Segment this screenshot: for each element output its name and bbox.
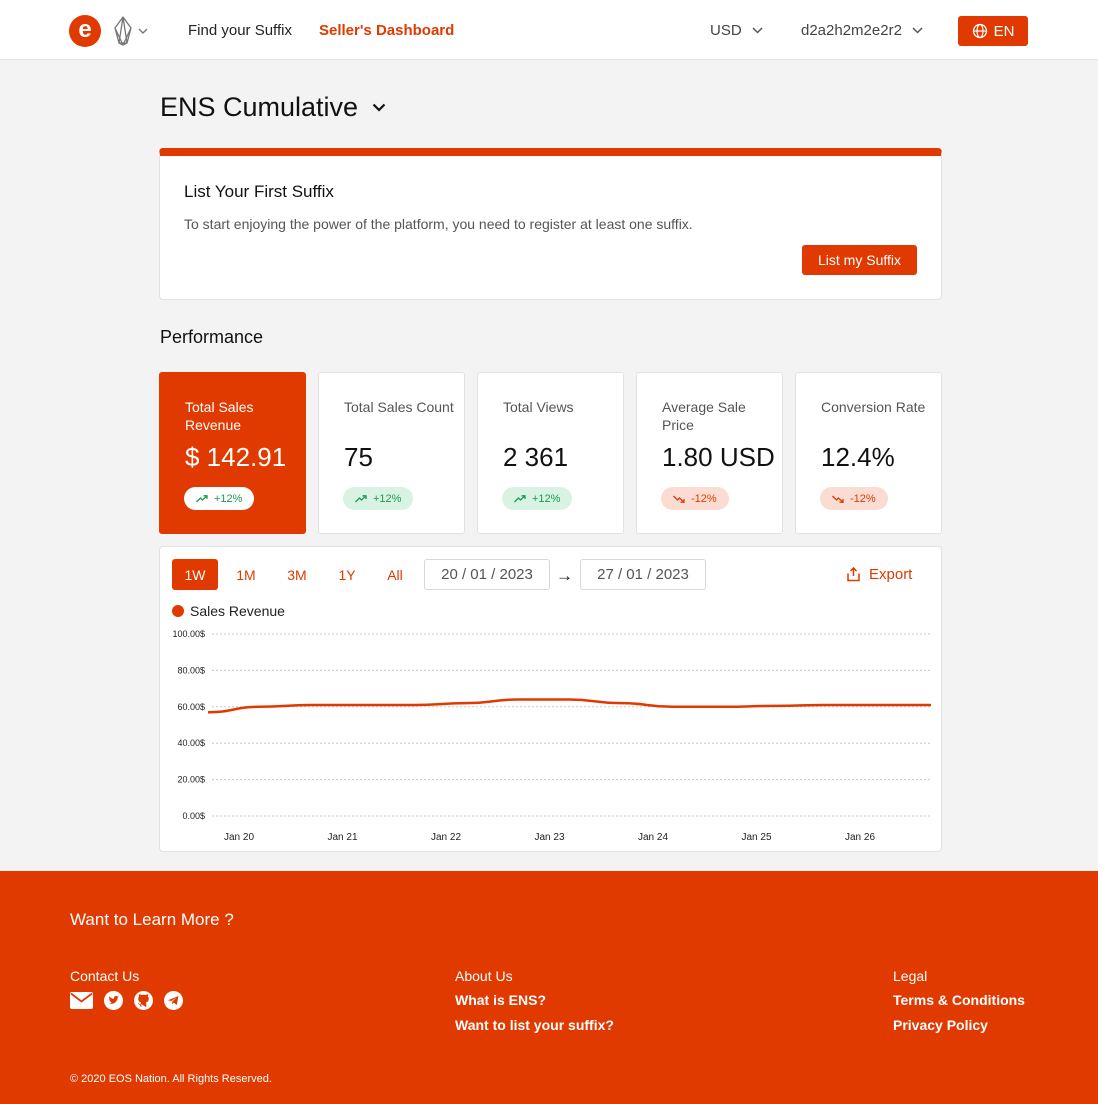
x-tick-label: Jan 25 <box>741 832 771 843</box>
banner-title: List Your First Suffix <box>184 182 334 201</box>
y-tick-label: 80.00$ <box>177 665 205 675</box>
metric-label: Conversion Rate <box>821 399 926 415</box>
metric-change: -12% <box>691 492 717 505</box>
chart-legend: Sales Revenue <box>172 603 285 619</box>
range-1m-button[interactable]: 1M <box>224 559 268 590</box>
telegram-icon[interactable] <box>164 991 183 1010</box>
metric-total-views[interactable]: Total Views 2 361 +12% <box>477 372 624 534</box>
x-tick-label: Jan 20 <box>224 832 254 843</box>
date-to-input[interactable]: 27 / 01 / 2023 <box>580 559 706 590</box>
range-all-button[interactable]: All <box>374 559 416 590</box>
chevron-down-icon <box>912 27 923 34</box>
sales-revenue-chart: 100.00$ 80.00$ 60.00$ 40.00$ 20.00$ 0.00$ Jan … <box>172 629 931 843</box>
top-navbar: e Find your Suffix Seller's Dashboard US… <box>0 0 1098 60</box>
metric-change: +12% <box>214 492 243 505</box>
sales-chart-card: 1W 1M 3M 1Y All 20 / 01 / 2023 → 27 / 01… <box>159 546 942 852</box>
legend-marker <box>172 605 184 617</box>
globe-icon <box>972 23 987 39</box>
arrow-right-icon: → <box>556 566 573 585</box>
metric-label: Total Views <box>503 399 574 415</box>
trend-down-icon <box>832 495 844 503</box>
terms-link[interactable]: Terms & Conditions <box>893 992 1025 1008</box>
x-tick-label: Jan 21 <box>327 832 357 843</box>
range-1y-button[interactable]: 1Y <box>326 559 368 590</box>
nav-find-suffix[interactable]: Find your Suffix <box>188 22 292 39</box>
what-is-ens-link[interactable]: What is ENS? <box>455 992 546 1008</box>
language-button[interactable]: EN <box>958 16 1028 46</box>
x-tick-label: Jan 24 <box>638 832 668 843</box>
privacy-link[interactable]: Privacy Policy <box>893 1017 988 1033</box>
export-label: Export <box>869 566 913 583</box>
trend-down-icon <box>673 495 685 503</box>
metric-total-sales-count[interactable]: Total Sales Count 75 +12% <box>318 372 465 534</box>
list-my-suffix-button[interactable]: List my Suffix <box>802 245 917 275</box>
github-icon[interactable] <box>134 991 153 1010</box>
trend-up-icon <box>355 494 367 502</box>
metric-value: 2 361 <box>503 442 569 472</box>
metric-value: $ 142.91 <box>185 442 287 472</box>
list-suffix-link[interactable]: Want to list your suffix? <box>455 1017 614 1033</box>
currency-label: USD <box>710 22 742 39</box>
legend-label: Sales Revenue <box>190 603 285 619</box>
y-tick-label: 20.00$ <box>177 775 205 785</box>
mail-icon[interactable] <box>70 992 93 1009</box>
currency-select[interactable]: USD <box>710 22 763 39</box>
metric-change: +12% <box>532 492 561 505</box>
metric-change-badge: -12% <box>661 487 729 510</box>
chevron-down-icon <box>752 27 763 34</box>
trend-up-icon <box>196 494 208 502</box>
contact-title: Contact Us <box>70 968 140 984</box>
legal-title: Legal <box>893 968 928 984</box>
metric-conversion-rate[interactable]: Conversion Rate 12.4% -12% <box>795 372 942 534</box>
first-suffix-banner: List Your First Suffix To start enjoying… <box>159 148 942 300</box>
chevron-down-icon <box>372 103 386 112</box>
chevron-down-icon <box>138 28 148 34</box>
metric-change-badge: +12% <box>502 487 573 510</box>
metric-value: 12.4% <box>821 442 895 472</box>
export-icon <box>847 567 860 582</box>
page-title: ENS Cumulative <box>160 92 359 122</box>
y-tick-label: 60.00$ <box>177 702 205 712</box>
x-tick-label: Jan 22 <box>431 832 461 843</box>
performance-heading: Performance <box>160 327 264 347</box>
metric-change: +12% <box>373 492 402 505</box>
date-from-input[interactable]: 20 / 01 / 2023 <box>424 559 550 590</box>
account-select[interactable]: d2a2h2m2e2r2 <box>801 22 923 39</box>
range-1w-button[interactable]: 1W <box>172 559 218 590</box>
sales-revenue-line <box>207 698 931 714</box>
y-tick-label: 100.00$ <box>172 629 205 639</box>
export-button[interactable]: Export <box>846 566 912 583</box>
eos-chain-icon <box>114 16 132 46</box>
footer: Want to Learn More ? Contact Us About Us… <box>0 871 1098 1104</box>
metric-average-sale-price[interactable]: Average Sale Price 1.80 USD -12% <box>636 372 783 534</box>
about-title: About Us <box>455 968 513 984</box>
metric-change: -12% <box>850 492 876 505</box>
metric-change-badge: +12% <box>343 487 414 510</box>
metric-total-sales-revenue[interactable]: Total Sales Revenue $ 142.91 +12% <box>159 372 306 534</box>
metric-label: Total Sales Count <box>344 399 454 415</box>
copyright: © 2020 EOS Nation. All Rights Reserved. <box>70 1073 272 1085</box>
x-tick-label: Jan 23 <box>534 832 564 843</box>
metric-change-badge: +12% <box>184 487 255 510</box>
twitter-icon[interactable] <box>104 991 123 1010</box>
range-3m-button[interactable]: 3M <box>275 559 319 590</box>
contact-icons <box>70 991 183 1010</box>
trend-up-icon <box>514 494 526 502</box>
y-tick-label: 0.00$ <box>182 811 205 821</box>
x-tick-label: Jan 26 <box>845 832 875 843</box>
metric-label: Average Sale Price <box>662 399 746 433</box>
account-label: d2a2h2m2e2r2 <box>801 22 902 39</box>
metric-value: 75 <box>344 442 373 472</box>
y-tick-label: 40.00$ <box>177 738 205 748</box>
metric-value: 1.80 USD <box>662 442 775 472</box>
metric-label: Total Sales Revenue <box>185 399 254 433</box>
footer-heading: Want to Learn More ? <box>70 910 234 929</box>
banner-text: To start enjoying the power of the platf… <box>184 216 693 232</box>
language-label: EN <box>993 22 1015 40</box>
page-title-dropdown[interactable]: ENS Cumulative <box>160 92 386 123</box>
chain-selector[interactable] <box>112 15 152 47</box>
brand-logo[interactable]: e <box>69 15 101 47</box>
metric-change-badge: -12% <box>820 487 888 510</box>
nav-sellers-dashboard[interactable]: Seller's Dashboard <box>319 22 454 39</box>
